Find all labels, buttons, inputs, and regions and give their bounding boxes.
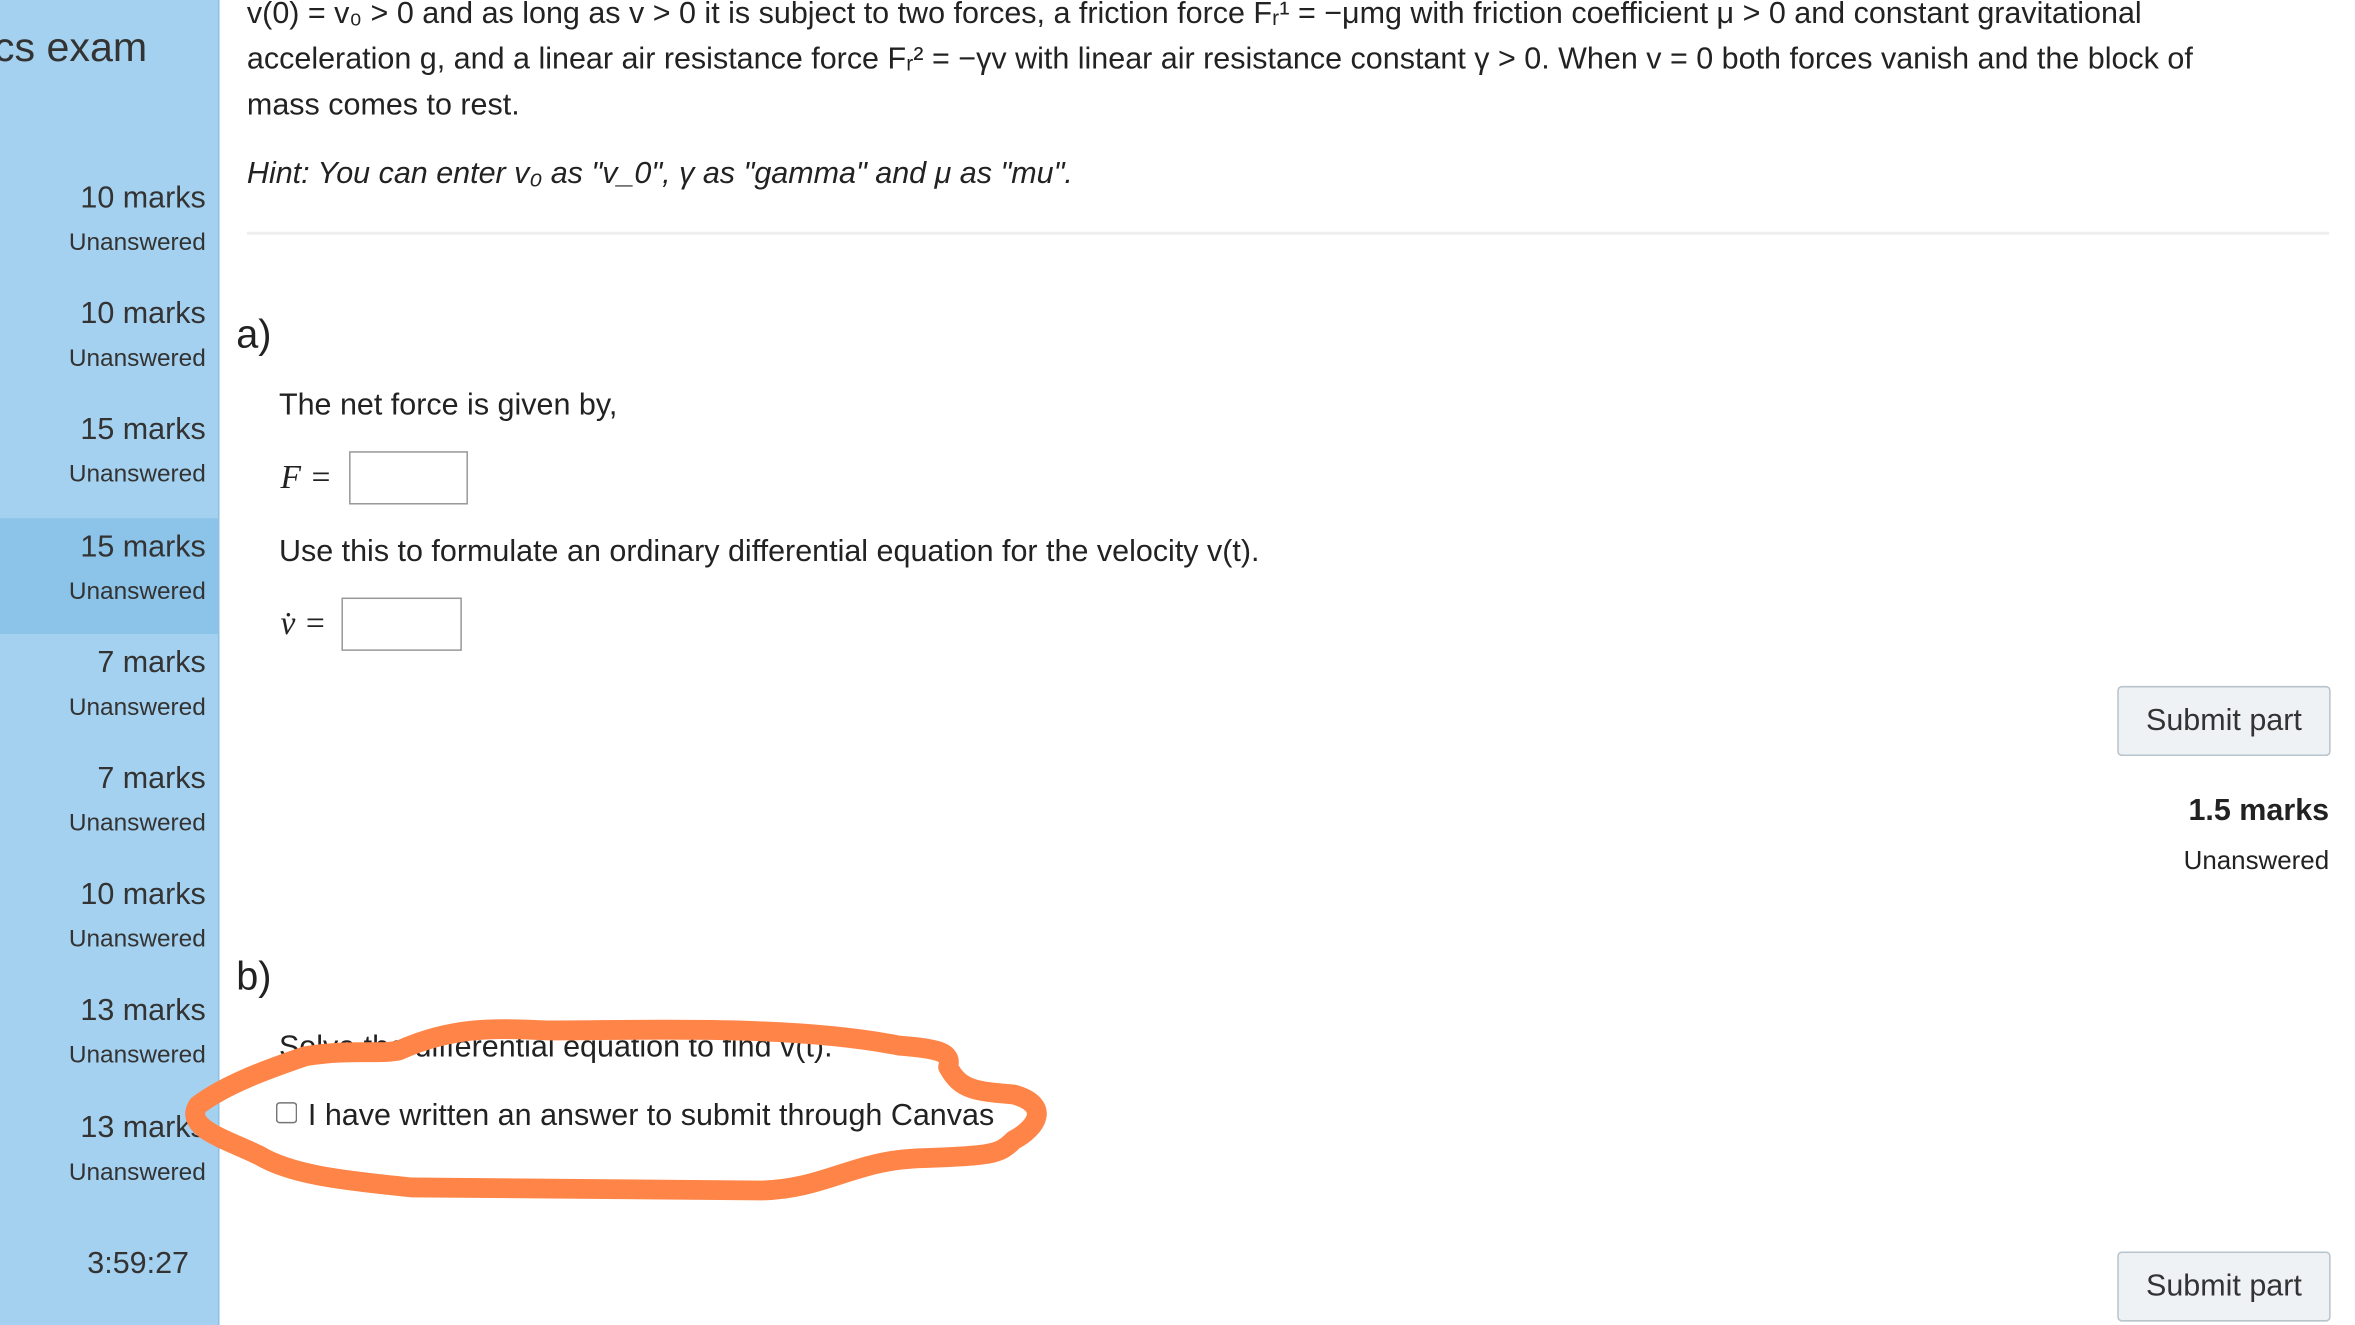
orange-annotation-circle [185,1019,1047,1201]
